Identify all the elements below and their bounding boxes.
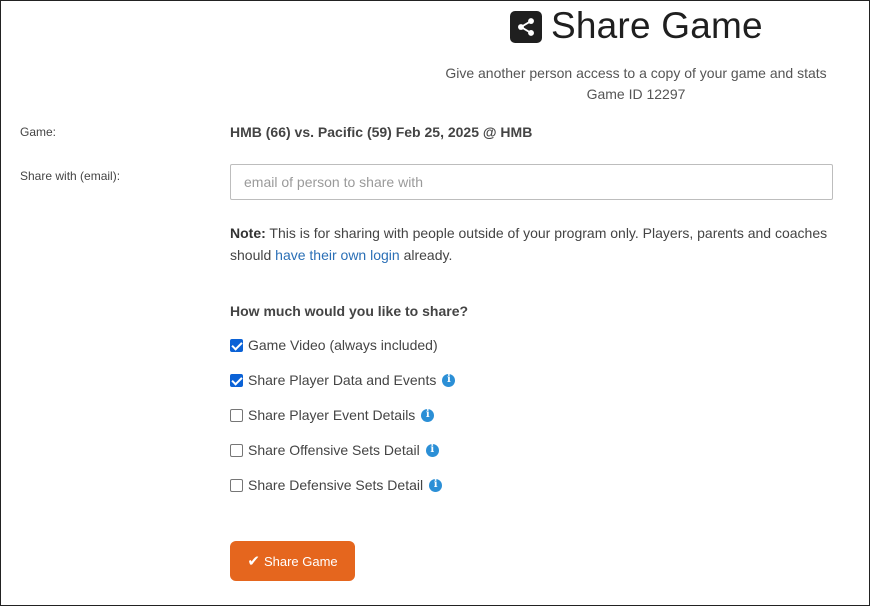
- checkbox-player-event-details[interactable]: [230, 408, 243, 422]
- email-field[interactable]: [230, 164, 833, 200]
- option-player-data[interactable]: Share Player Data and Events i: [230, 372, 456, 388]
- game-value: HMB (66) vs. Pacific (59) Feb 25, 2025 @…: [230, 124, 533, 140]
- subtitle-description: Give another person access to a copy of …: [445, 65, 827, 81]
- option-defensive-sets[interactable]: Share Defensive Sets Detail i: [230, 477, 443, 493]
- check-icon: ✔: [247, 553, 260, 570]
- checkbox-player-data[interactable]: [230, 373, 243, 387]
- info-icon[interactable]: i: [442, 373, 456, 387]
- option-player-event-details[interactable]: Share Player Event Details i: [230, 407, 435, 423]
- option-label[interactable]: Share Player Event Details: [248, 407, 415, 423]
- info-icon[interactable]: i: [429, 478, 443, 492]
- option-label[interactable]: Share Offensive Sets Detail: [248, 442, 420, 458]
- sharing-note: Note: This is for sharing with people ou…: [230, 222, 830, 266]
- page-header: Share Game: [510, 6, 763, 46]
- share-game-button[interactable]: ✔ Share Game: [230, 541, 355, 581]
- share-button-label: Share Game: [263, 553, 338, 569]
- info-icon[interactable]: i: [425, 443, 439, 457]
- option-label[interactable]: Share Player Data and Events: [248, 372, 436, 388]
- page-title: Share Game: [551, 5, 763, 46]
- share-with-label: Share with (email):: [20, 169, 121, 183]
- share-question: How much would you like to share?: [230, 303, 469, 319]
- note-label: Note:: [230, 225, 266, 241]
- option-label[interactable]: Game Video (always included): [248, 337, 438, 353]
- page-subtitle: Give another person access to a copy of …: [443, 63, 829, 105]
- info-icon[interactable]: i: [421, 408, 435, 422]
- option-label[interactable]: Share Defensive Sets Detail: [248, 477, 423, 493]
- checkbox-game-video[interactable]: [230, 338, 243, 352]
- option-game-video[interactable]: Game Video (always included): [230, 337, 438, 353]
- share-icon: [510, 11, 542, 43]
- option-offensive-sets[interactable]: Share Offensive Sets Detail i: [230, 442, 439, 458]
- game-label: Game:: [20, 125, 57, 139]
- checkbox-defensive-sets[interactable]: [230, 478, 243, 492]
- checkbox-offensive-sets[interactable]: [230, 443, 243, 457]
- own-login-link[interactable]: have their own login: [275, 247, 400, 263]
- game-id: Game ID 12297: [586, 86, 686, 102]
- note-text-end: already.: [399, 247, 453, 263]
